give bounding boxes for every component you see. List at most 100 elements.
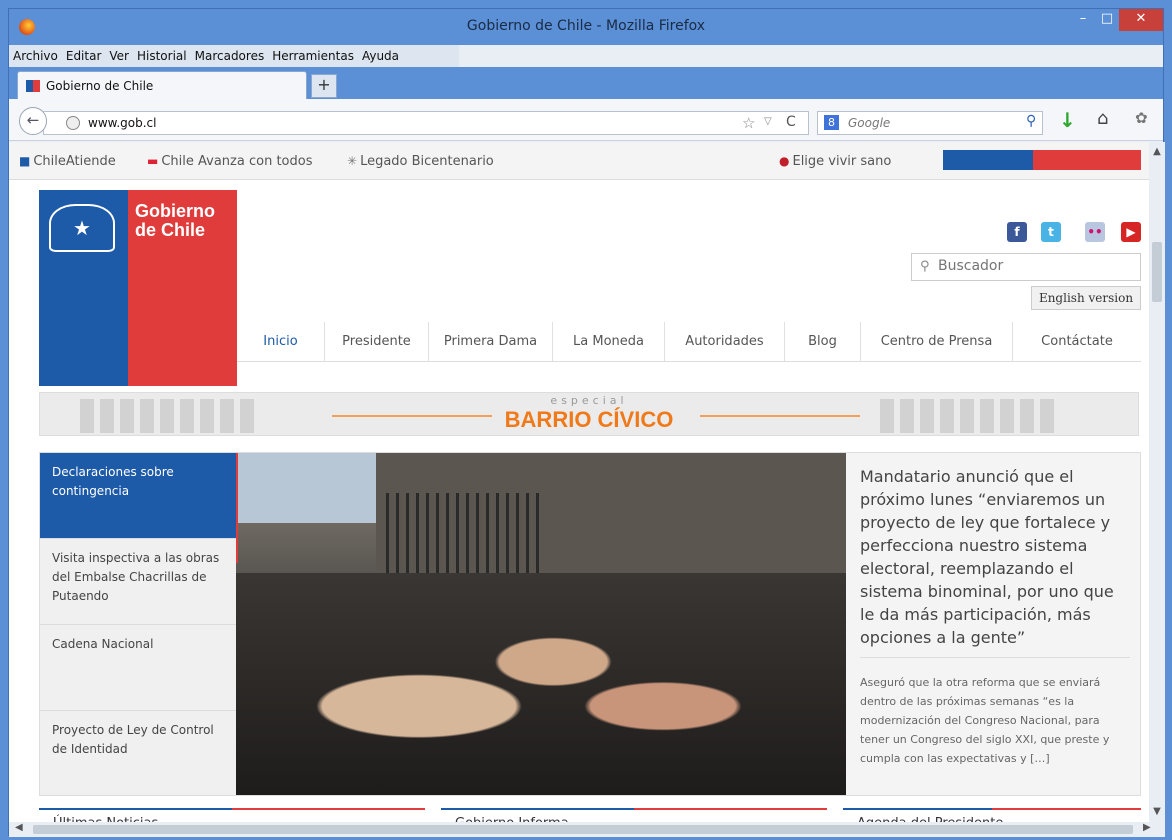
side-item-visita[interactable]: Visita inspectiva a las obras del Embals… — [40, 539, 236, 625]
scroll-left-icon[interactable]: ◀ — [15, 822, 23, 833]
apple-icon: ● — [779, 154, 790, 168]
photo-crowd — [236, 573, 846, 795]
minimize-button[interactable]: – — [1071, 9, 1095, 31]
nav-inicio[interactable]: Inicio — [237, 322, 325, 362]
menu-bar: Archivo Editar Ver Historial Marcadores … — [9, 45, 459, 67]
side-item-proyecto[interactable]: Proyecto de Ley de Control de Identidad — [40, 711, 236, 795]
chileatiende-link[interactable]: ■ ChileAtiende — [19, 154, 116, 169]
nav-presidente[interactable]: Presidente — [325, 322, 429, 362]
browser-window: Gobierno de Chile - Mozilla Firefox – □ … — [8, 8, 1165, 837]
feature-summary: Aseguró que la otra reforma que se envia… — [860, 676, 1110, 765]
feature-section: Declaraciones sobre contingencia Visita … — [39, 452, 1141, 796]
photo-sky — [236, 453, 376, 523]
menu-historial[interactable]: Historial — [137, 49, 187, 63]
page-viewport: ■ ChileAtiende ▬ Chile Avanza con todos ✳ L… — [9, 142, 1149, 822]
title-bar: Gobierno de Chile - Mozilla Firefox – □ … — [9, 9, 1163, 45]
chileatiende-icon: ■ — [19, 154, 31, 168]
banner-special: especial — [550, 394, 628, 407]
flag-red — [1033, 150, 1141, 170]
url-bar[interactable]: www.gob.cl ☆ ▽ C — [43, 111, 809, 135]
scroll-right-icon[interactable]: ▶ — [1143, 822, 1151, 833]
site-search[interactable]: ⚲ — [911, 253, 1141, 281]
search-go-icon[interactable]: ⚲ — [1026, 113, 1036, 129]
chile-avanza-link[interactable]: ▬ Chile Avanza con todos — [147, 154, 312, 169]
coat-of-arms-icon: ★ — [49, 204, 115, 252]
back-button[interactable]: ← — [19, 107, 47, 135]
search-icon: ⚲ — [920, 259, 930, 274]
gobierno-logo[interactable]: ★ Gobierno de Chile — [39, 190, 237, 386]
menu-ayuda[interactable]: Ayuda — [362, 49, 399, 63]
close-button[interactable]: ✕ — [1119, 9, 1163, 31]
main-nav: Inicio Presidente Primera Dama La Moneda… — [237, 322, 1141, 362]
twitter-icon[interactable]: t — [1041, 222, 1061, 242]
nav-autoridades[interactable]: Autoridades — [665, 322, 785, 362]
tab-label: Gobierno de Chile — [46, 79, 154, 93]
tab-gobierno[interactable]: Gobierno de Chile — [17, 71, 307, 99]
site-search-input[interactable] — [938, 258, 1138, 274]
flickr-icon[interactable]: •• — [1085, 222, 1105, 242]
english-version-button[interactable]: English version — [1031, 286, 1141, 310]
nav-contactate[interactable]: Contáctate — [1013, 322, 1141, 362]
legado-bicentenario-link[interactable]: ✳ Legado Bicentenario — [347, 154, 494, 169]
nav-la-moneda[interactable]: La Moneda — [553, 322, 665, 362]
elige-vivir-sano-label: Elige vivir sano — [792, 154, 892, 169]
photo-red-edge — [236, 453, 238, 563]
elige-vivir-sano-link[interactable]: ● Elige vivir sano — [779, 154, 891, 169]
side-item-declaraciones[interactable]: Declaraciones sobre contingencia — [40, 453, 236, 539]
logo-blue: ★ — [39, 190, 128, 386]
history-dropdown-icon[interactable]: ▽ — [764, 116, 772, 127]
chile-avanza-icon: ▬ — [147, 154, 159, 168]
vertical-scroll-thumb[interactable] — [1152, 242, 1162, 302]
headline-separator — [860, 657, 1130, 658]
logo-line-1: Gobierno — [135, 201, 215, 221]
box-agenda-presidente[interactable]: Agenda del Presidente — [843, 808, 1141, 822]
menu-herramientas[interactable]: Herramientas — [272, 49, 354, 63]
logo-line-2: de Chile — [135, 220, 206, 240]
flag-blue — [943, 150, 1033, 170]
legado-icon: ✳ — [347, 154, 358, 168]
nav-blog[interactable]: Blog — [785, 322, 861, 362]
box-ultimas-noticias[interactable]: Últimas Noticias — [39, 808, 425, 822]
chile-flag-icon — [26, 80, 40, 92]
logo-text: Gobierno de Chile — [135, 202, 215, 240]
nav-centro-de-prensa[interactable]: Centro de Prensa — [861, 322, 1013, 362]
side-item-cadena[interactable]: Cadena Nacional — [40, 625, 236, 711]
flag-stripe — [943, 150, 1141, 170]
scroll-down-icon[interactable]: ▼ — [1149, 806, 1165, 817]
menu-ver[interactable]: Ver — [109, 49, 129, 63]
gov-top-bar: ■ ChileAtiende ▬ Chile Avanza con todos ✳ L… — [9, 142, 1149, 180]
new-tab-button[interactable]: + — [311, 74, 337, 98]
horizontal-scrollbar[interactable]: ◀ ▶ — [9, 822, 1165, 837]
addon-icon[interactable]: ✿ — [1135, 109, 1148, 127]
menu-marcadores[interactable]: Marcadores — [195, 49, 265, 63]
nav-primera-dama[interactable]: Primera Dama — [429, 322, 553, 362]
bookmark-star-icon[interactable]: ☆ — [742, 114, 755, 132]
reload-icon[interactable]: C — [786, 114, 796, 130]
tab-strip: Gobierno de Chile + — [9, 67, 1163, 99]
banner-title: BARRIO CÍVICO — [504, 407, 674, 432]
window-title: Gobierno de Chile - Mozilla Firefox — [466, 18, 706, 34]
facebook-icon[interactable]: f — [1007, 222, 1027, 242]
search-bar[interactable]: 8 Google ⚲ — [817, 111, 1043, 135]
maximize-button[interactable]: □ — [1095, 9, 1119, 31]
star-icon: ★ — [73, 216, 91, 240]
menu-editar[interactable]: Editar — [66, 49, 102, 63]
feature-headline[interactable]: Mandatario anunció que el próximo lunes … — [860, 465, 1130, 649]
url-text[interactable]: www.gob.cl — [88, 116, 156, 130]
menu-archivo[interactable]: Archivo — [13, 49, 58, 63]
home-icon[interactable]: ⌂ — [1097, 108, 1108, 129]
scroll-up-icon[interactable]: ▲ — [1149, 146, 1165, 157]
barrio-civico-banner[interactable]: especial BARRIO CÍVICO — [39, 392, 1139, 436]
chileatiende-label: ChileAtiende — [33, 154, 116, 169]
box-gobierno-informa[interactable]: Gobierno Informa — [441, 808, 827, 822]
globe-icon — [66, 116, 80, 130]
google-icon[interactable]: 8 — [824, 115, 839, 130]
navigation-bar: www.gob.cl ☆ ▽ C ← 8 Google ⚲ ↓ ⌂ ✿ — [9, 99, 1163, 141]
download-icon[interactable]: ↓ — [1059, 108, 1076, 132]
search-placeholder[interactable]: Google — [848, 116, 890, 130]
vertical-scrollbar[interactable]: ▲ ▼ — [1149, 142, 1165, 822]
youtube-icon[interactable]: ▶ — [1121, 222, 1141, 242]
chile-avanza-label: Chile Avanza con todos — [161, 154, 313, 169]
feature-photo[interactable] — [236, 453, 846, 795]
horizontal-scroll-thumb[interactable] — [33, 825, 1133, 834]
